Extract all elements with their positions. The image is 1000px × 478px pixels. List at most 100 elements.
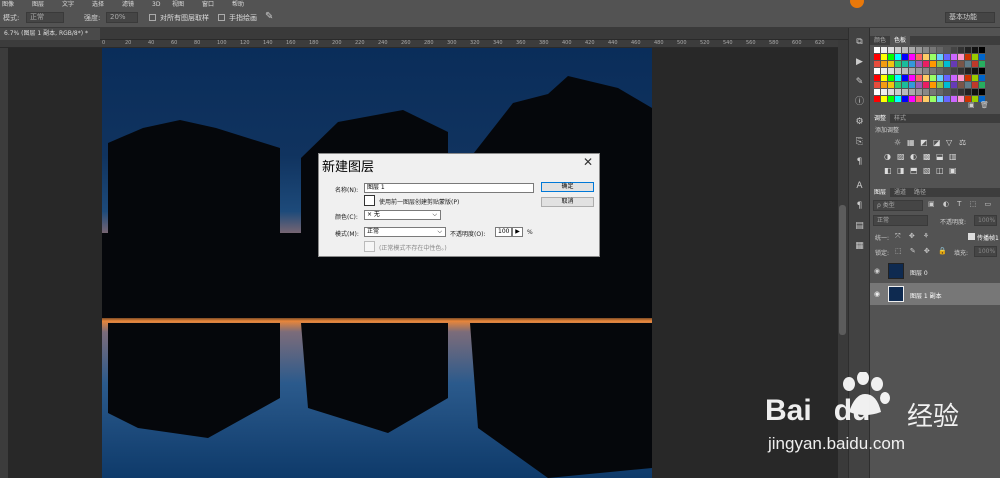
- swatch[interactable]: [958, 89, 964, 95]
- tab-styles[interactable]: 样式: [890, 114, 910, 123]
- menu-type[interactable]: 文字: [62, 0, 74, 9]
- paragraph-style-icon[interactable]: ¶: [853, 200, 866, 212]
- swatch[interactable]: [895, 68, 901, 74]
- character-icon[interactable]: A: [853, 180, 866, 192]
- swatch[interactable]: [916, 96, 922, 102]
- swatch[interactable]: [930, 61, 936, 67]
- swatch[interactable]: [874, 89, 880, 95]
- menu-filter[interactable]: 滤镜: [122, 0, 134, 9]
- adjustment-icon[interactable]: ▣: [949, 166, 957, 175]
- swatch[interactable]: [951, 61, 957, 67]
- menu-window[interactable]: 窗口: [202, 0, 214, 9]
- swatch[interactable]: [902, 82, 908, 88]
- adjustment-icon[interactable]: ◐: [910, 152, 917, 161]
- swatch[interactable]: [909, 82, 915, 88]
- swatch[interactable]: [888, 75, 894, 81]
- paragraph-icon[interactable]: ¶: [853, 156, 866, 168]
- swatch[interactable]: [965, 54, 971, 60]
- swatch[interactable]: [895, 54, 901, 60]
- swatch[interactable]: [951, 75, 957, 81]
- swatch[interactable]: [965, 89, 971, 95]
- opacity-field[interactable]: 100%: [974, 215, 997, 226]
- layer-comps-icon[interactable]: ▤: [853, 220, 866, 232]
- swatch[interactable]: [895, 61, 901, 67]
- swatch[interactable]: [979, 82, 985, 88]
- swatch[interactable]: [930, 54, 936, 60]
- play-icon[interactable]: ▶: [853, 56, 866, 68]
- scrollbar-thumb[interactable]: [839, 205, 846, 335]
- swatch[interactable]: [916, 61, 922, 67]
- swatch[interactable]: [874, 68, 880, 74]
- swatch[interactable]: [972, 47, 978, 53]
- swatch[interactable]: [888, 47, 894, 53]
- swatch[interactable]: [909, 75, 915, 81]
- swatch[interactable]: [881, 47, 887, 53]
- neutral-color-checkbox[interactable]: [364, 241, 375, 252]
- swatch[interactable]: [937, 68, 943, 74]
- lock-icons[interactable]: ⬚ ✎ ✥ 🔒: [895, 247, 950, 255]
- swatch[interactable]: [916, 54, 922, 60]
- swatch[interactable]: [874, 47, 880, 53]
- swatch[interactable]: [944, 75, 950, 81]
- cc-logo-icon[interactable]: [850, 0, 864, 8]
- swatch[interactable]: [895, 96, 901, 102]
- menu-view[interactable]: 视图: [172, 0, 184, 9]
- tab-color[interactable]: 颜色: [870, 36, 890, 45]
- swatch[interactable]: [881, 61, 887, 67]
- menu-3d[interactable]: 3D: [152, 0, 160, 9]
- swatch[interactable]: [888, 54, 894, 60]
- swatch[interactable]: [909, 54, 915, 60]
- swatch[interactable]: [937, 54, 943, 60]
- swatch[interactable]: [958, 75, 964, 81]
- swatch[interactable]: [909, 61, 915, 67]
- tab-channels[interactable]: 通道: [890, 188, 910, 197]
- swatch[interactable]: [972, 68, 978, 74]
- swatch[interactable]: [923, 75, 929, 81]
- adjustment-icon[interactable]: ◨: [897, 166, 905, 175]
- swatch[interactable]: [958, 54, 964, 60]
- swatch[interactable]: [888, 96, 894, 102]
- menu-help[interactable]: 帮助: [232, 0, 244, 9]
- swatch[interactable]: [923, 89, 929, 95]
- swatch[interactable]: [902, 68, 908, 74]
- swatch[interactable]: [923, 96, 929, 102]
- swatch[interactable]: [979, 54, 985, 60]
- swatch[interactable]: [923, 68, 929, 74]
- finger-painting-checkbox[interactable]: [218, 14, 225, 21]
- swatch[interactable]: [958, 47, 964, 53]
- adjustment-icon[interactable]: ◪: [933, 138, 941, 147]
- swatch[interactable]: [979, 68, 985, 74]
- swatch[interactable]: [902, 75, 908, 81]
- swatch[interactable]: [902, 54, 908, 60]
- swatch[interactable]: [881, 68, 887, 74]
- swatch[interactable]: [881, 82, 887, 88]
- swatch[interactable]: [881, 96, 887, 102]
- swatch[interactable]: [972, 82, 978, 88]
- swatch[interactable]: [937, 82, 943, 88]
- adjustment-icon[interactable]: ▦: [907, 138, 915, 147]
- strength-input[interactable]: 20%: [106, 12, 138, 23]
- propagate-checkbox[interactable]: [968, 233, 975, 240]
- swatch[interactable]: [888, 68, 894, 74]
- swatch[interactable]: [909, 96, 915, 102]
- menu-image[interactable]: 图像: [2, 0, 14, 9]
- swatch[interactable]: [874, 75, 880, 81]
- swatch[interactable]: [916, 75, 922, 81]
- swatch[interactable]: [888, 82, 894, 88]
- swatch[interactable]: [930, 68, 936, 74]
- fill-field[interactable]: 100%: [974, 246, 997, 257]
- swatch[interactable]: [874, 96, 880, 102]
- swatch[interactable]: [965, 47, 971, 53]
- swatch[interactable]: [916, 89, 922, 95]
- swatch[interactable]: [944, 68, 950, 74]
- clip-mask-checkbox[interactable]: [364, 195, 375, 206]
- swatch[interactable]: [951, 54, 957, 60]
- swatch[interactable]: [951, 47, 957, 53]
- ok-button[interactable]: 确定: [541, 182, 594, 192]
- mode-select[interactable]: 正常 ⌵: [364, 227, 446, 237]
- swatch[interactable]: [916, 47, 922, 53]
- swatch[interactable]: [958, 68, 964, 74]
- swatch[interactable]: [979, 47, 985, 53]
- name-field[interactable]: 图层 1: [364, 183, 534, 193]
- clone-icon[interactable]: ⎘: [853, 136, 866, 148]
